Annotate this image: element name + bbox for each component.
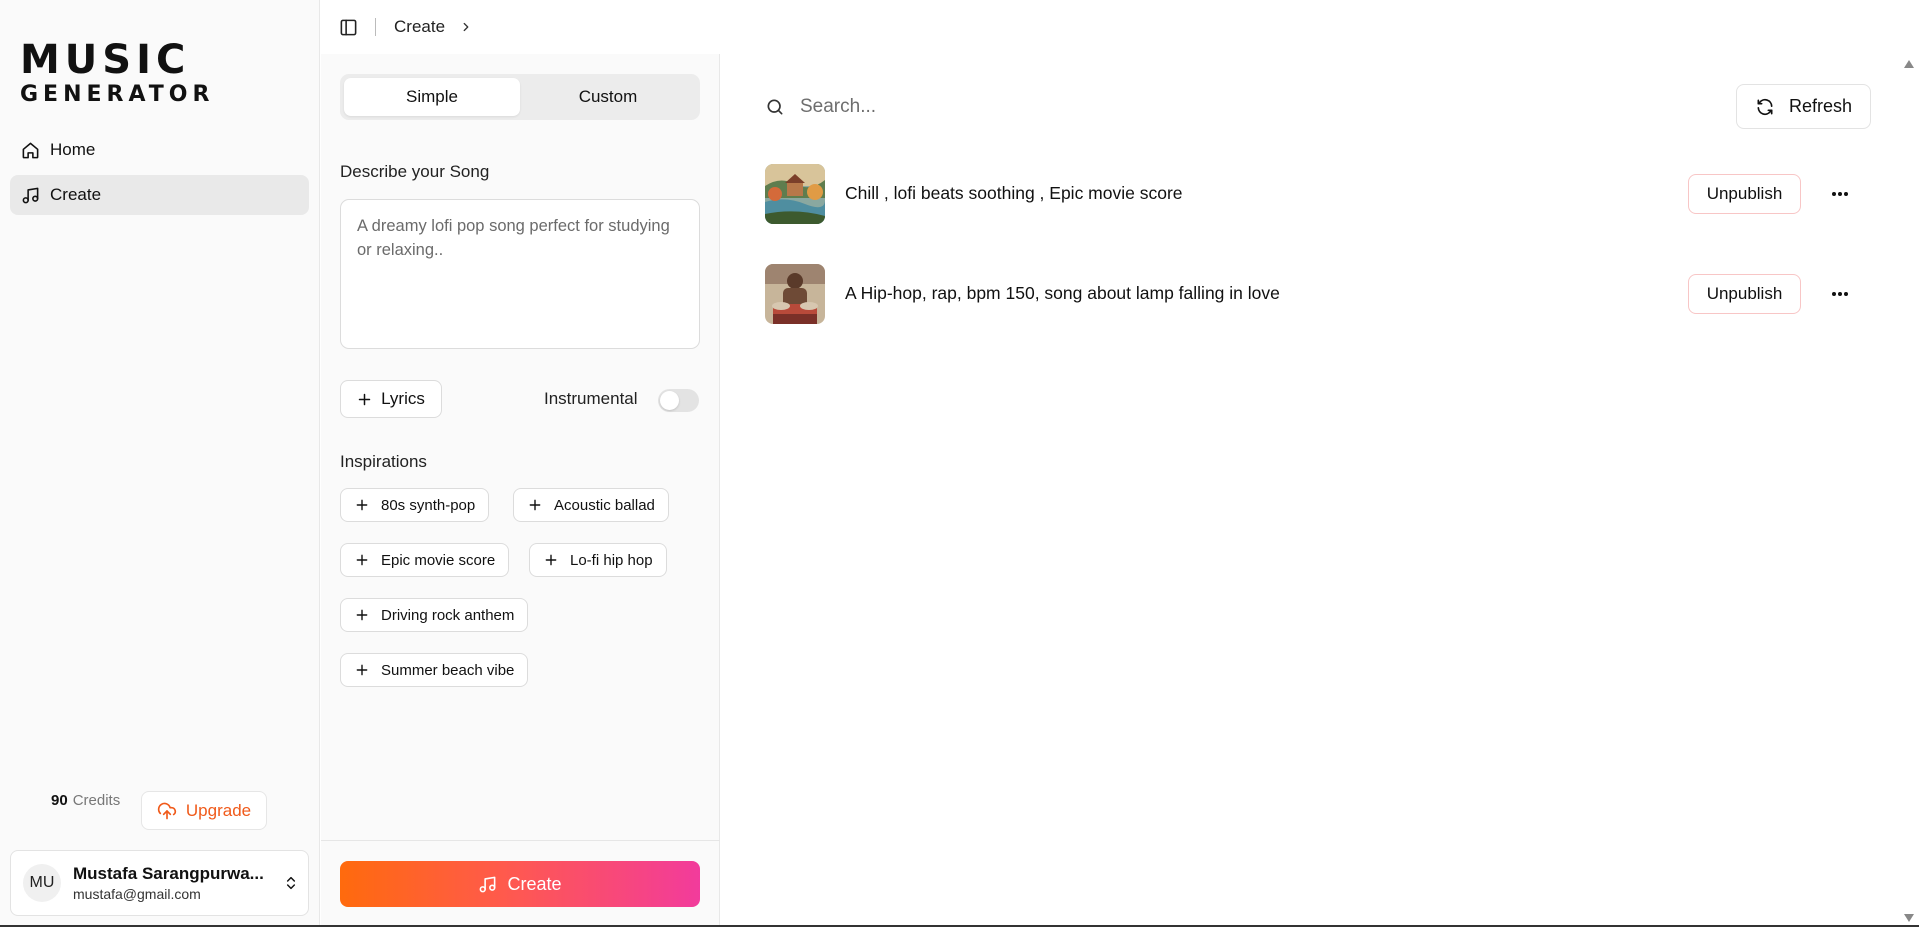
toggle-knob [660, 391, 679, 410]
refresh-icon [1755, 97, 1775, 117]
chevrons-up-down-icon [283, 875, 299, 891]
separator [375, 18, 376, 36]
sidebar-nav: Home Create [10, 130, 309, 220]
search-input[interactable] [800, 92, 1300, 122]
breadcrumb[interactable]: Create [394, 17, 445, 37]
plus-icon [355, 498, 369, 512]
chevron-right-icon [459, 20, 473, 34]
plus-icon [355, 663, 369, 677]
home-icon [20, 140, 40, 160]
chip-label: Acoustic ballad [554, 496, 655, 514]
search-icon [765, 97, 785, 117]
refresh-button[interactable]: Refresh [1736, 84, 1871, 129]
chip-label: 80s synth-pop [381, 496, 476, 514]
user-menu[interactable]: MU Mustafa Sarangpurwa... mustafa@gmail.… [10, 850, 309, 916]
top-bar: Create [321, 0, 1901, 54]
credits-display: 90 Credits [51, 792, 120, 809]
plus-icon [355, 553, 369, 567]
plus-icon [528, 498, 542, 512]
create-label: Create [507, 873, 562, 894]
user-info: Mustafa Sarangpurwa... mustafa@gmail.com [73, 864, 273, 902]
unpublish-button[interactable]: Unpublish [1688, 274, 1801, 314]
refresh-label: Refresh [1788, 96, 1853, 116]
more-options-icon[interactable] [1825, 282, 1855, 306]
sidebar-toggle-icon[interactable] [339, 18, 358, 37]
instrumental-label: Instrumental [544, 389, 638, 408]
music-note-icon [20, 185, 40, 205]
song-row[interactable]: Chill , lofi beats soothing , Epic movie… [765, 164, 1875, 224]
logo-line-2: GENERATOR [20, 82, 215, 107]
app-logo[interactable]: MUSIC GENERATOR [20, 40, 214, 106]
tab-custom[interactable]: Custom [520, 78, 696, 116]
sidebar-item-home[interactable]: Home [10, 130, 309, 170]
lyrics-label: Lyrics [381, 389, 425, 408]
song-title: A Hip-hop, rap, bpm 150, song about lamp… [845, 283, 1280, 303]
chip-label: Epic movie score [381, 551, 496, 569]
credits-count: 90 [51, 792, 68, 809]
mode-tabs: Simple Custom [340, 74, 700, 120]
sidebar-item-create[interactable]: Create [10, 175, 309, 215]
song-row[interactable]: A Hip-hop, rap, bpm 150, song about lamp… [765, 264, 1875, 324]
describe-label: Describe your Song [340, 162, 490, 181]
song-cover-image[interactable] [765, 164, 825, 224]
avatar: MU [23, 864, 61, 902]
song-title: Chill , lofi beats soothing , Epic movie… [845, 183, 1183, 203]
sidebar-item-label: Create [50, 185, 102, 204]
inspiration-chip[interactable]: Acoustic ballad [513, 488, 669, 522]
inspiration-chip[interactable]: Summer beach vibe [340, 653, 529, 687]
unpublish-button[interactable]: Unpublish [1688, 174, 1801, 214]
cloud-upload-icon [157, 801, 177, 821]
add-lyrics-button[interactable]: Lyrics [340, 380, 442, 418]
inspiration-chip[interactable]: 80s synth-pop [340, 488, 490, 522]
instrumental-toggle[interactable] [658, 389, 699, 412]
scroll-up-arrow-icon[interactable] [1903, 56, 1915, 74]
credits-label: Credits [72, 792, 121, 809]
create-button[interactable]: Create [340, 861, 700, 907]
inspiration-chip[interactable]: Lo-fi hip hop [529, 543, 667, 577]
music-note-icon [478, 875, 497, 894]
inspirations-label: Inspirations [340, 452, 427, 471]
sidebar: MUSIC GENERATOR Home Create 90 Credits U… [0, 0, 320, 927]
user-email: mustafa@gmail.com [73, 886, 201, 902]
chip-label: Driving rock anthem [381, 606, 515, 624]
chip-label: Lo-fi hip hop [570, 551, 653, 569]
sidebar-item-label: Home [50, 140, 96, 159]
plus-icon [357, 392, 372, 407]
chip-label: Summer beach vibe [381, 661, 515, 679]
song-cover-image[interactable] [765, 264, 825, 324]
divider [321, 840, 720, 841]
more-options-icon[interactable] [1825, 182, 1855, 206]
plus-icon [544, 553, 558, 567]
plus-icon [355, 608, 369, 622]
upgrade-label: Upgrade [185, 800, 252, 820]
inspiration-chip[interactable]: Driving rock anthem [340, 598, 529, 632]
upgrade-button[interactable]: Upgrade [141, 791, 267, 830]
logo-line-1: MUSIC [20, 37, 191, 83]
create-panel: Simple Custom Describe your Song Lyrics … [321, 54, 720, 927]
user-name: Mustafa Sarangpurwa... [73, 864, 264, 883]
inspiration-chip[interactable]: Epic movie score [340, 543, 510, 577]
song-description-input[interactable] [340, 199, 700, 349]
tab-simple[interactable]: Simple [344, 78, 520, 116]
